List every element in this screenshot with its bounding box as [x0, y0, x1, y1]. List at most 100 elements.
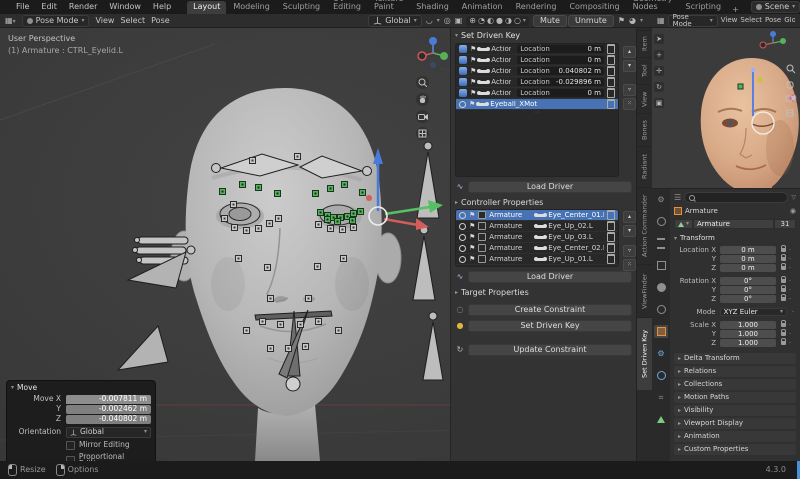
checkbox-icon[interactable]	[478, 233, 486, 241]
flag-icon[interactable]: ⚑	[469, 245, 475, 252]
snap-magnet-icon[interactable]: ◡	[426, 17, 433, 25]
camera-view-icon[interactable]	[416, 110, 429, 123]
trash-icon[interactable]	[607, 55, 615, 65]
trash-icon[interactable]	[607, 232, 615, 242]
workspace-tab-rendering[interactable]: Rendering	[510, 1, 563, 14]
trash-icon[interactable]	[607, 88, 615, 98]
side-cones-right[interactable]	[413, 142, 443, 380]
scale-z-field[interactable]: 1.000	[720, 339, 776, 347]
workspace-tab-compositing[interactable]: Compositing	[563, 1, 625, 14]
section-collections[interactable]: ▸ Collections	[674, 379, 796, 390]
lock-icon[interactable]	[781, 332, 786, 336]
sidebar-tab-set-driven-key[interactable]: Set Driven Key	[637, 317, 652, 390]
tab-scene[interactable]	[654, 281, 668, 294]
secondary-3d-viewport[interactable]: ➤ + ✛ ↻ ▣	[652, 28, 800, 188]
driver-row[interactable]: ⚑ Action Constraint Location-0.029896 m	[456, 77, 618, 88]
trash-icon[interactable]	[607, 243, 615, 253]
load-driver-button-2[interactable]: Load Driver	[468, 271, 632, 283]
tab-physics[interactable]	[654, 369, 668, 382]
pan-hand-icon[interactable]	[416, 93, 429, 106]
section-visibility[interactable]: ▸ Visibility	[674, 405, 796, 416]
update-constraint-button[interactable]: Update Constraint	[468, 344, 632, 356]
datablock-name-field[interactable]: Armature	[693, 219, 774, 229]
rotate-tool-icon[interactable]: ↻	[654, 82, 664, 92]
animate-dot[interactable]: ·	[790, 309, 796, 316]
collapse-icon[interactable]: ▾	[674, 236, 677, 242]
mute-button[interactable]: Mute	[533, 15, 567, 27]
tab-constraints[interactable]: ⌗	[654, 391, 668, 404]
flag-icon[interactable]: ⚑	[470, 68, 476, 75]
animate-dot[interactable]: ·	[787, 322, 793, 329]
move-up-button[interactable]: ▴	[623, 211, 636, 223]
workspace-tab-texture-paint[interactable]: Texture Paint	[368, 0, 409, 14]
flag-icon[interactable]: ⚑	[618, 17, 625, 25]
zoom-icon[interactable]	[416, 76, 429, 89]
sidebar-tab-item[interactable]: Item	[637, 30, 652, 57]
animate-dot[interactable]: ·	[787, 340, 793, 347]
controller-properties-header[interactable]: Controller Properties	[461, 199, 543, 207]
filter-button[interactable]: ⁙	[623, 98, 636, 110]
scale-x-field[interactable]: 1.000	[720, 321, 776, 329]
animate-dot[interactable]: ·	[787, 287, 793, 294]
menu-window[interactable]: Window	[107, 3, 143, 11]
load-driver-button[interactable]: Load Driver	[468, 181, 632, 193]
driver-channel[interactable]: Location	[517, 57, 553, 64]
workspace-tab-modeling[interactable]: Modeling	[227, 1, 275, 14]
mode-dropdown[interactable]: Pose Mode ▾	[668, 15, 718, 27]
move-tool-icon[interactable]: ✛	[654, 66, 664, 76]
move-down-button[interactable]: ▾	[623, 225, 636, 237]
lock-icon[interactable]	[781, 288, 786, 292]
filter-button[interactable]: ⁙	[623, 259, 636, 271]
controller-row[interactable]: ⚑ Armature Eye_Center_02.L	[456, 243, 618, 254]
move-x-field[interactable]: -0.007811 m	[66, 395, 151, 404]
flag-icon[interactable]: ⚑	[470, 57, 476, 64]
flag-icon[interactable]: ⚑	[469, 234, 475, 241]
flag-icon[interactable]: ⚑	[470, 46, 476, 53]
driver-channel[interactable]: Location	[517, 79, 553, 86]
xray-toggle-icon[interactable]: ◐	[487, 17, 494, 25]
section-animation[interactable]: ▸ Animation	[674, 431, 796, 442]
menu-help[interactable]: Help	[151, 3, 173, 11]
section-viewport-display[interactable]: ▸ Viewport Display	[674, 418, 796, 429]
driver-value[interactable]: 0 m	[553, 90, 604, 97]
shading-material-icon[interactable]: ◑	[505, 17, 512, 25]
expand-menu-button[interactable]: ▿	[623, 245, 636, 257]
flag-icon[interactable]: ⚑	[470, 79, 476, 86]
move-down-button[interactable]: ▾	[623, 60, 636, 72]
material-preview-icon[interactable]: ◕	[629, 17, 636, 25]
search-input[interactable]	[698, 194, 784, 202]
menu-pose[interactable]: Pose	[151, 17, 170, 25]
scene-selector[interactable]: Scene ▾	[751, 1, 800, 13]
location-y-field[interactable]: 0 m	[720, 255, 776, 263]
rotation-z-field[interactable]: 0°	[720, 295, 776, 303]
section-delta-transform[interactable]: ▸ Delta Transform	[674, 353, 796, 364]
lock-icon[interactable]	[781, 279, 786, 283]
menu-view[interactable]: View	[95, 17, 114, 25]
lock-icon[interactable]	[781, 257, 786, 261]
driver-value[interactable]: 0 m	[553, 46, 604, 53]
tab-object-data[interactable]	[654, 413, 668, 426]
location-x-field[interactable]: 0 m	[720, 246, 776, 254]
tab-modifiers[interactable]: ⚙	[654, 347, 668, 360]
editor-type-icon[interactable]: ▦▾	[5, 17, 16, 25]
grid-perspective-icon[interactable]	[416, 127, 429, 140]
menu-edit[interactable]: Edit	[39, 3, 59, 11]
trash-icon[interactable]	[607, 221, 615, 231]
add-workspace-button[interactable]: +	[728, 6, 743, 14]
create-constraint-button[interactable]: Create Constraint	[468, 304, 632, 316]
tab-object[interactable]	[654, 325, 668, 338]
orientation-gizmo[interactable]	[416, 36, 450, 70]
tab-output[interactable]	[654, 237, 668, 250]
cheek-cone-left[interactable]	[118, 252, 186, 370]
lock-icon[interactable]	[781, 248, 786, 252]
driver-channel[interactable]: Location	[517, 46, 553, 53]
editor-menu-icon[interactable]: ☰	[674, 194, 681, 202]
rotation-y-field[interactable]: 0°	[720, 286, 776, 294]
driver-channel[interactable]: Location	[517, 90, 553, 97]
proportional-editing-icon[interactable]: ◎	[444, 17, 451, 25]
lock-icon[interactable]	[781, 323, 786, 327]
unmute-button[interactable]: Unmute	[568, 15, 614, 27]
mirror-editing-checkbox[interactable]	[66, 441, 75, 450]
controller-row[interactable]: ⚑ Armature Eye_Up_02.L	[456, 221, 618, 232]
section-relations[interactable]: ▸ Relations	[674, 366, 796, 377]
